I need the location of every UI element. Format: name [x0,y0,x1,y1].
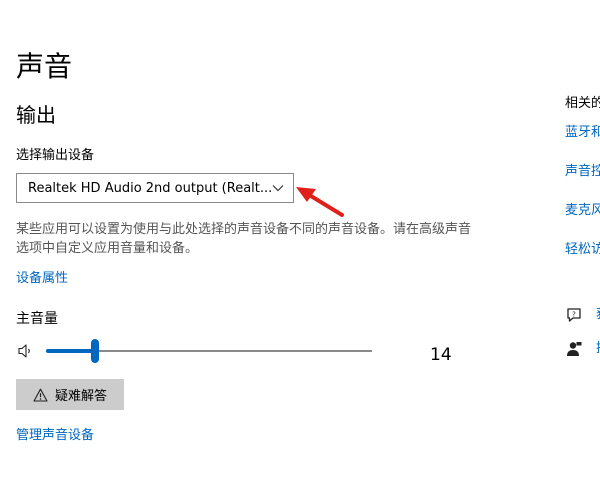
speaker-icon[interactable] [17,342,35,360]
related-link-sound-control[interactable]: 声音控 [565,163,600,181]
page-title: 声音 [16,50,73,83]
related-link-microphone[interactable]: 麦克风 [565,202,600,220]
related-link-ease-of-access[interactable]: 轻松访 [565,241,600,259]
output-device-value: Realtek HD Audio 2nd output (Realt... [28,180,271,196]
warning-icon [33,388,48,402]
chevron-down-icon [272,185,284,192]
output-section-title: 输出 [16,103,56,127]
troubleshoot-button[interactable]: 疑难解答 [16,379,124,410]
annotation-arrow-icon [296,187,344,217]
related-link-bluetooth[interactable]: 蓝牙和 [565,124,600,142]
svg-text:?: ? [572,311,576,319]
output-device-dropdown[interactable]: Realtek HD Audio 2nd output (Realt... [16,173,294,203]
volume-value: 14 [430,345,452,365]
master-volume-label: 主音量 [16,311,58,327]
chat-help-icon[interactable]: ? [565,306,583,324]
volume-slider-fill [46,349,95,353]
related-settings-heading: 相关的 [565,96,600,111]
output-device-label: 选择输出设备 [16,148,95,163]
get-help-link[interactable]: 获 [596,306,600,324]
troubleshoot-label: 疑难解答 [54,389,107,404]
device-properties-link[interactable]: 设备属性 [16,270,68,288]
manage-sound-devices-link[interactable]: 管理声音设备 [16,427,94,445]
output-description: 某些应用可以设置为使用与此处选择的声音设备不同的声音设备。请在高级声音选项中自定… [16,222,472,256]
feedback-person-icon[interactable] [565,340,583,358]
give-feedback-link[interactable]: 提 [596,340,600,358]
volume-slider-thumb[interactable] [90,339,99,363]
